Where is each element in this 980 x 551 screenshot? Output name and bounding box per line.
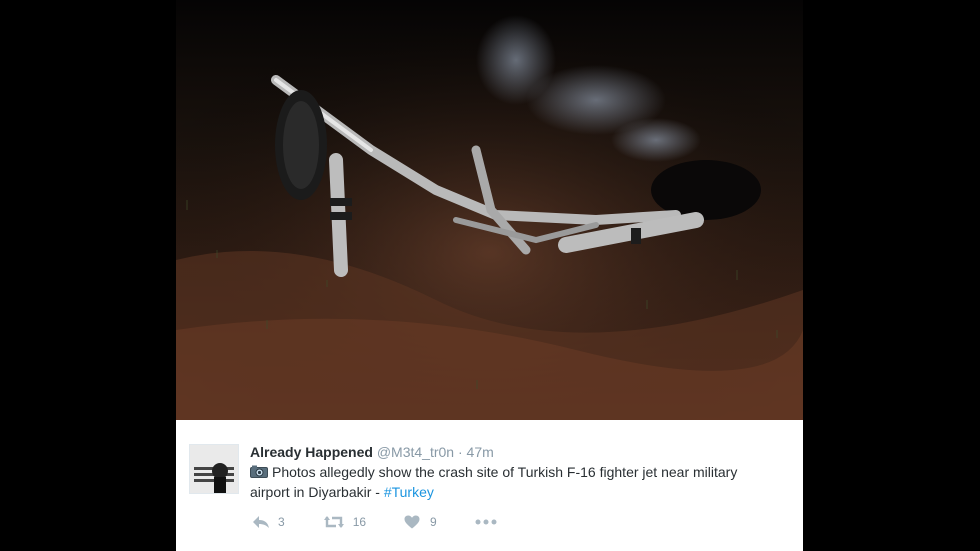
like-count: 9 [430,515,437,529]
avatar[interactable] [189,444,239,494]
tweet-header: Already Happened @M3t4_tr0n · 47m [250,443,494,461]
tweet-text: Photos allegedly show the crash site of … [250,462,770,502]
heart-icon [404,515,420,529]
tweet-photo[interactable] [176,0,803,420]
hashtag-link[interactable]: #Turkey [384,484,434,500]
tweet: Already Happened @M3t4_tr0n · 47m Photos… [176,420,803,551]
reply-button[interactable]: 3 [252,515,285,529]
retweet-button[interactable]: 16 [323,515,366,529]
tweet-timestamp[interactable]: 47m [467,444,494,460]
reply-count: 3 [278,515,285,529]
avatar-image [190,445,238,493]
more-dots-icon [475,519,497,525]
reply-icon [253,516,269,528]
like-button[interactable]: 9 [404,515,437,529]
more-button[interactable] [475,519,505,525]
tweet-text-body: Photos allegedly show the crash site of … [250,464,738,500]
display-name[interactable]: Already Happened [250,444,373,460]
retweet-count: 16 [352,515,367,529]
retweet-icon [323,516,344,528]
tweet-actions: 3 16 9 [252,513,543,531]
username[interactable]: @M3t4_tr0n [377,444,454,460]
separator-dot: · [457,444,463,460]
tweet-card: Already Happened @M3t4_tr0n · 47m Photos… [176,0,803,551]
camera-emoji-icon [250,465,268,478]
crash-wreckage-photo [176,0,803,420]
